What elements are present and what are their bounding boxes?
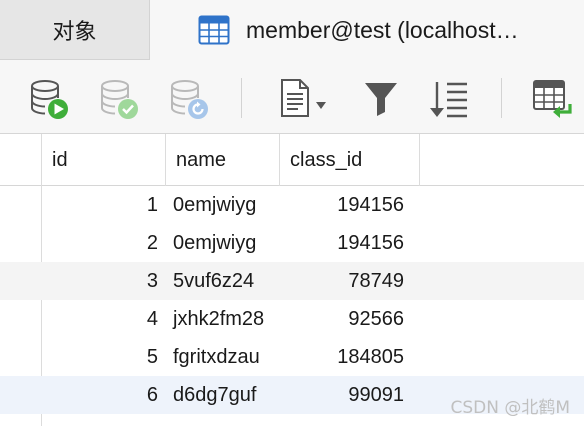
rollback-icon[interactable] <box>168 78 210 120</box>
watermark: CSDN @北鹤M <box>450 398 570 418</box>
cell-name[interactable]: fgritxdzau <box>166 338 280 376</box>
app-window: 对象 member@test (localhost… id name class… <box>0 0 584 426</box>
cell-class-id[interactable]: 194156 <box>280 224 412 262</box>
data-grid: id name class_id 1 0emjwiyg 194156 2 0emjwiy… <box>0 134 584 426</box>
tab-objects[interactable]: 对象 <box>0 0 150 60</box>
cell-id[interactable]: 5 <box>42 338 166 376</box>
toolbar-separator <box>241 78 242 118</box>
text-view-icon[interactable] <box>278 78 332 120</box>
commit-icon[interactable] <box>98 78 140 120</box>
cell-id[interactable]: 3 <box>42 262 166 300</box>
filter-icon[interactable] <box>361 78 403 120</box>
cell-class-id[interactable]: 184805 <box>280 338 412 376</box>
run-query-icon[interactable] <box>28 78 70 120</box>
column-header-id[interactable]: id <box>42 134 166 186</box>
table-row[interactable]: 3 5vuf6z24 78749 <box>0 262 584 300</box>
column-header-name[interactable]: name <box>166 134 280 186</box>
cell-class-id[interactable]: 78749 <box>280 262 412 300</box>
table-icon <box>198 15 230 45</box>
cell-id[interactable]: 6 <box>42 376 166 414</box>
cell-id[interactable]: 2 <box>42 224 166 262</box>
tab-objects-label: 对象 <box>52 18 97 44</box>
cell-id[interactable]: 4 <box>42 300 166 338</box>
tab-member-table-label: member@test (localhost… <box>246 16 519 43</box>
cell-name[interactable]: 0emjwiyg <box>166 224 280 262</box>
toolbar-separator <box>501 78 502 118</box>
table-row[interactable]: 1 0emjwiyg 194156 <box>0 186 584 224</box>
cell-name[interactable]: 5vuf6z24 <box>166 262 280 300</box>
import-icon[interactable] <box>532 78 574 120</box>
cell-class-id[interactable]: 92566 <box>280 300 412 338</box>
cell-class-id[interactable]: 99091 <box>280 376 412 414</box>
grid-header: id name class_id <box>0 134 584 186</box>
tab-bar: 对象 member@test (localhost… <box>0 0 584 60</box>
table-row[interactable]: 2 0emjwiyg 194156 <box>0 224 584 262</box>
toolbar <box>0 60 584 134</box>
cell-name[interactable]: jxhk2fm28 <box>166 300 280 338</box>
sort-icon[interactable] <box>427 78 469 120</box>
table-row[interactable]: 5 fgritxdzau 184805 <box>0 338 584 376</box>
cell-name[interactable]: d6dg7guf <box>166 376 280 414</box>
table-row[interactable]: 4 jxhk2fm28 92566 <box>0 300 584 338</box>
grid-rows: 1 0emjwiyg 194156 2 0emjwiyg 194156 3 5vuf6z24 7… <box>0 186 584 414</box>
cell-name[interactable]: 0emjwiyg <box>166 186 280 224</box>
cell-id[interactable]: 1 <box>42 186 166 224</box>
column-header-class-id[interactable]: class_id <box>280 134 420 186</box>
cell-class-id[interactable]: 194156 <box>280 186 412 224</box>
tab-member-table[interactable]: member@test (localhost… <box>150 0 584 60</box>
